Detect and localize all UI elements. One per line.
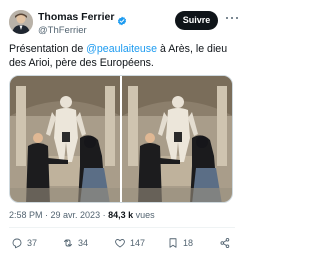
reply-button[interactable]: 37 <box>11 237 37 249</box>
author-name[interactable]: Thomas Ferrier <box>38 11 114 24</box>
bookmark-icon <box>169 238 177 248</box>
media-grid <box>9 75 233 203</box>
tweet-text: Présentation de @peaulaiteuse à Arès, le… <box>9 42 235 70</box>
tweet-meta: 2:58 PM · 29 avr. 2023 · 84,3 k vues <box>9 210 155 220</box>
bookmark-button[interactable]: 18 <box>167 237 193 249</box>
like-button[interactable]: 147 <box>114 237 145 249</box>
retweet-button[interactable]: 34 <box>62 237 88 249</box>
avatar-image <box>9 10 33 34</box>
tweet-time[interactable]: 2:58 PM <box>9 210 43 220</box>
retweet-icon <box>64 239 72 247</box>
like-count: 147 <box>130 238 146 248</box>
views-count: 84,3 k <box>108 210 134 220</box>
meta-separator: · <box>100 210 109 220</box>
author-handle[interactable]: @ThFerrier <box>38 25 127 37</box>
divider <box>9 227 235 228</box>
photo-2[interactable] <box>122 76 232 202</box>
mention-link[interactable]: @peaulaiteuse <box>86 43 157 55</box>
bookmark-count: 18 <box>183 238 194 248</box>
reply-count: 37 <box>27 238 38 248</box>
follow-button[interactable]: Suivre <box>175 11 218 30</box>
verified-badge-icon <box>117 13 127 25</box>
avatar[interactable] <box>9 10 33 34</box>
more-options-icon[interactable] <box>226 17 238 21</box>
photo-icon <box>10 76 120 202</box>
share-icon <box>220 238 230 248</box>
share-button[interactable] <box>219 237 231 249</box>
tweet-date[interactable]: 29 avr. 2023 <box>51 210 101 220</box>
tweet-text-before: Présentation de <box>9 43 87 55</box>
reply-icon <box>12 238 22 249</box>
photo-1[interactable] <box>10 76 120 202</box>
action-bar: 37 34 147 18 <box>9 237 235 251</box>
meta-separator: · <box>42 210 51 220</box>
retweet-count: 34 <box>78 238 89 248</box>
views-label: vues <box>133 210 155 220</box>
author-block: Thomas Ferrier @ThFerrier <box>38 11 127 37</box>
heart-icon <box>115 239 125 248</box>
photo-icon <box>122 76 232 202</box>
